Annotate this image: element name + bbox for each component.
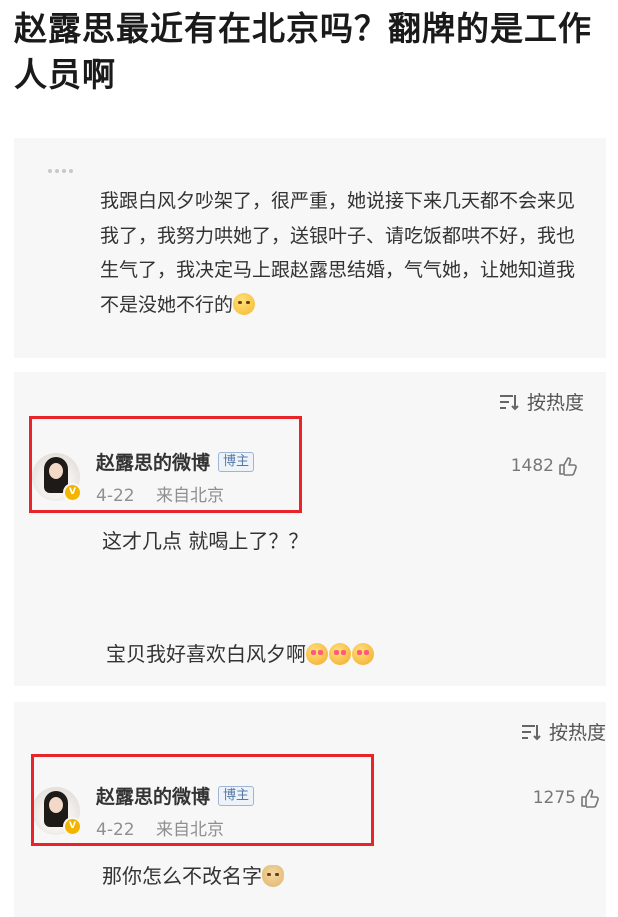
sort-label: 按热度 [526,392,584,414]
dog-emoji-icon [262,865,284,887]
like-count: 1482 [510,456,554,476]
sort-icon [499,394,519,410]
sort-toggle[interactable]: 按热度 [499,388,584,415]
comment-body: 那你怎么不改名字 [102,864,262,888]
like-button[interactable]: 1275 [533,788,600,808]
sort-icon [521,724,541,740]
post-card: 我跟白风夕吵架了，很严重，她说接下来几天都不会来见我了，我努力哄她了，送银叶子、… [14,138,606,358]
emoji-icon [306,643,328,665]
thumb-up-icon [581,789,599,808]
sort-label: 按热度 [548,722,606,744]
reply-body: 宝贝我好喜欢白风夕啊 [106,642,306,666]
comment-text: 那你怎么不改名字 [102,860,285,889]
comment-text: 这才几点 就喝上了？？ [102,529,309,553]
reply-text: 宝贝我好喜欢白风夕啊 [106,638,375,667]
sort-toggle[interactable]: 按热度 [521,718,606,745]
emoji-icon [329,643,351,665]
thumb-up-icon [559,457,577,476]
highlight-box [31,754,374,846]
highlight-box [29,416,302,513]
like-button[interactable]: 1482 [511,456,578,476]
like-count: 1275 [532,788,576,808]
post-body: 我跟白风夕吵架了，很严重，她说接下来几天都不会来见我了，我努力哄她了，送银叶子、… [100,190,576,316]
emoji-icon [352,643,374,665]
ellipsis-icon [48,158,84,173]
post-text: 我跟白风夕吵架了，很严重，她说接下来几天都不会来见我了，我努力哄她了，送银叶子、… [100,184,590,322]
headline: 赵露思最近有在北京吗？翻牌的是工作人员啊 [14,9,592,94]
emoji-icon [233,292,256,315]
